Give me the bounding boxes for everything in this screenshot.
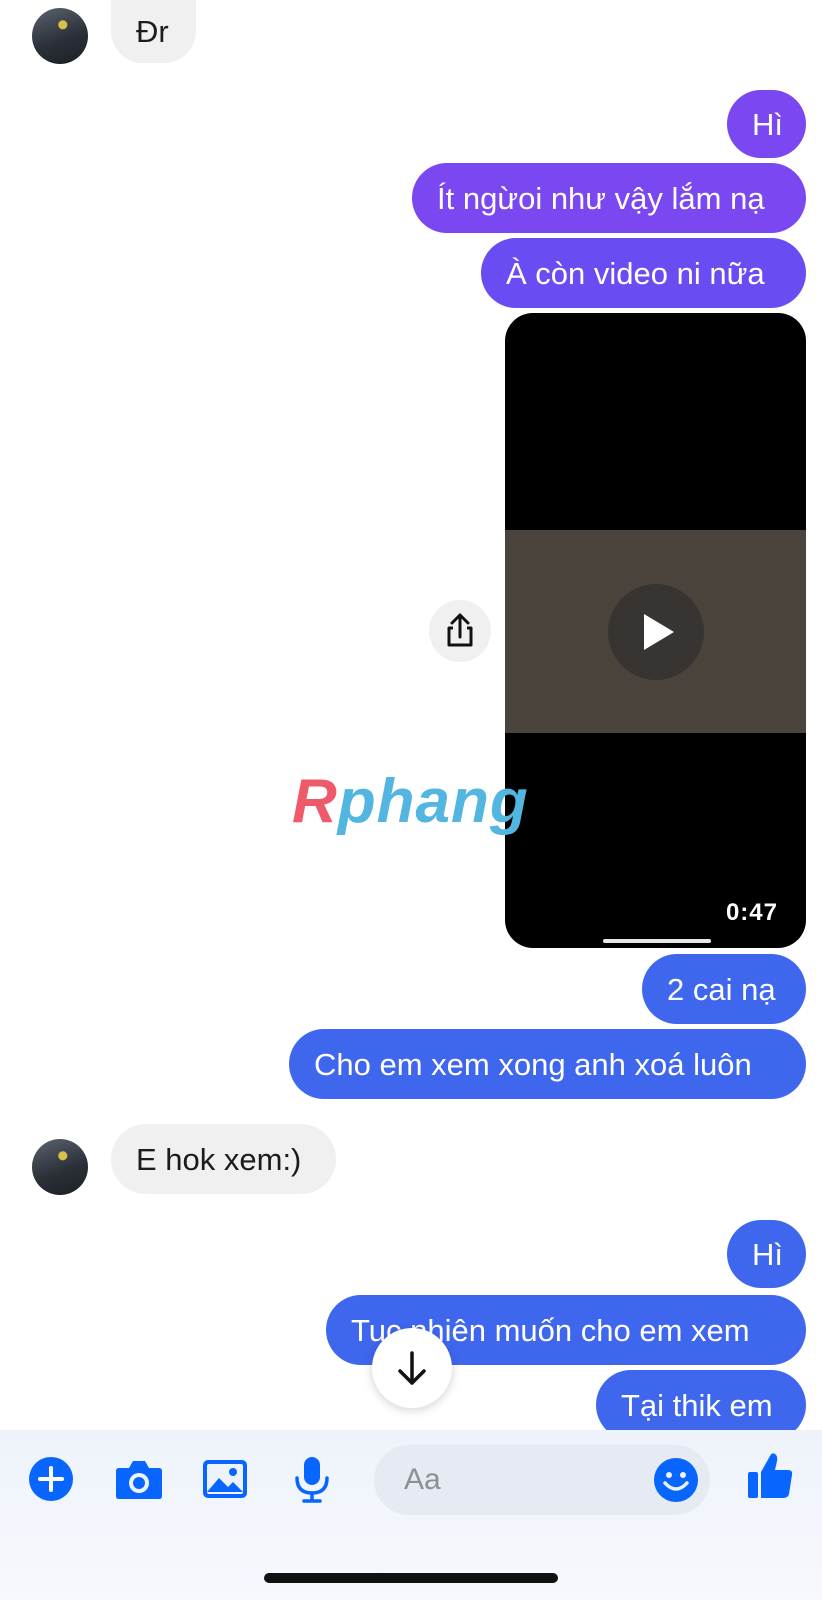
- message-text: Hì: [752, 106, 783, 142]
- gallery-button[interactable]: [202, 1456, 248, 1502]
- incoming-message[interactable]: E hok xem:): [111, 1124, 336, 1194]
- outgoing-message[interactable]: Ít ngừoi như vậy lắm nạ: [412, 163, 806, 233]
- microphone-icon: [295, 1457, 329, 1503]
- scroll-to-bottom-button[interactable]: [372, 1328, 452, 1408]
- message-input[interactable]: [404, 1445, 634, 1515]
- like-button[interactable]: [746, 1450, 794, 1502]
- thumbs-up-icon: [748, 1453, 793, 1498]
- contact-avatar[interactable]: [32, 1139, 88, 1195]
- play-button[interactable]: [608, 584, 704, 680]
- message-text: Cho em xem xong anh xoá luôn: [314, 1046, 752, 1082]
- video-message[interactable]: 0:47: [505, 313, 806, 948]
- home-indicator: [264, 1573, 558, 1583]
- incoming-message[interactable]: Đr: [111, 0, 196, 63]
- share-button[interactable]: [429, 600, 491, 662]
- voice-button[interactable]: [292, 1456, 332, 1503]
- watermark: Rphang: [292, 767, 529, 836]
- play-icon: [644, 614, 674, 650]
- message-text: E hok xem:): [136, 1141, 302, 1177]
- outgoing-message[interactable]: Cho em xem xong anh xoá luôn: [289, 1029, 806, 1099]
- video-duration: 0:47: [725, 899, 778, 926]
- camera-icon: [116, 1461, 162, 1499]
- message-text: Ít ngừoi như vậy lắm nạ: [437, 180, 765, 216]
- outgoing-message[interactable]: Hì: [727, 1220, 806, 1288]
- message-text: Đr: [136, 14, 169, 49]
- message-text: 2 cai nạ: [667, 971, 776, 1007]
- camera-button[interactable]: [114, 1456, 164, 1502]
- smiley-icon[interactable]: [653, 1457, 699, 1503]
- message-input-container[interactable]: [374, 1445, 710, 1515]
- contact-avatar[interactable]: [32, 8, 88, 64]
- outgoing-message[interactable]: À còn video ni nữa: [481, 238, 806, 308]
- message-text: Hì: [752, 1236, 783, 1272]
- share-icon: [447, 613, 473, 647]
- outgoing-message[interactable]: Hì: [727, 90, 806, 158]
- plus-circle-icon: [29, 1457, 73, 1501]
- message-text: Tại thik em: [621, 1387, 773, 1423]
- outgoing-message[interactable]: 2 cai nạ: [642, 954, 806, 1024]
- add-button[interactable]: [28, 1456, 74, 1502]
- message-text: À còn video ni nữa: [506, 255, 765, 291]
- image-icon: [203, 1460, 247, 1498]
- arrow-down-icon: [398, 1351, 426, 1385]
- video-progress-bar: [603, 939, 711, 943]
